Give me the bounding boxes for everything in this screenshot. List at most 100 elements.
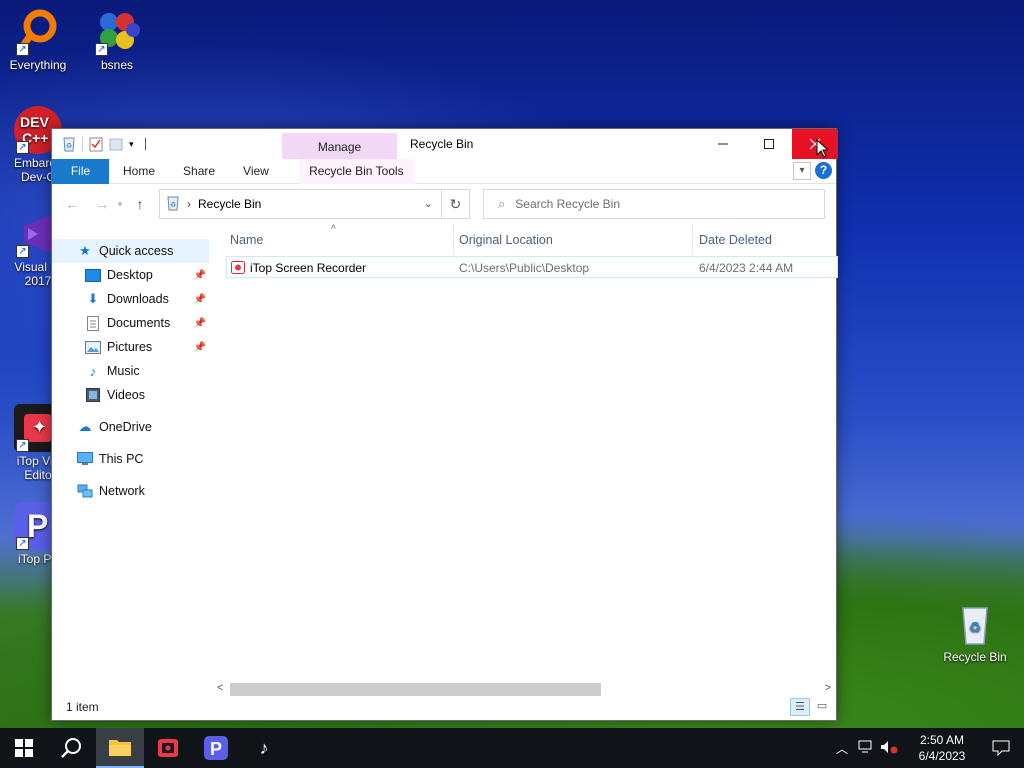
videos-icon <box>84 387 102 403</box>
arrow-left-icon: ← <box>65 196 79 212</box>
taskbar-itop-screen-recorder[interactable] <box>144 728 192 768</box>
recycle-bin-icon: ♻ <box>951 600 999 648</box>
computer-icon <box>76 451 94 467</box>
nav-item-this-pc[interactable]: This PC <box>52 447 210 471</box>
nav-item-network[interactable]: Network <box>52 479 210 503</box>
music-icon: ♪ <box>89 363 97 379</box>
file-original-location: C:\Users\Public\Desktop <box>459 261 590 275</box>
network-status-icon[interactable] <box>858 740 874 757</box>
help-icon[interactable]: ? <box>815 162 832 179</box>
back-button[interactable]: ← <box>60 196 84 212</box>
nav-item-label: Network <box>99 484 145 498</box>
nav-item-downloads[interactable]: ⬇ Downloads 📌 <box>52 287 210 311</box>
title-bar[interactable]: ♻ ▾ Manage Recycle Bin <box>52 129 838 160</box>
everything-icon: ↗ <box>14 8 62 56</box>
tab-share[interactable]: Share <box>169 159 229 184</box>
search-icon <box>61 738 81 758</box>
desktop-icon-everything[interactable]: ↗ Everything <box>0 8 76 72</box>
column-header-name[interactable]: Name <box>230 233 263 247</box>
nav-item-music[interactable]: ♪ Music <box>52 359 210 383</box>
nav-item-quick-access[interactable]: ★ Quick access <box>52 239 209 263</box>
large-icons-view-button[interactable]: ▭ <box>812 698 832 716</box>
large-icons-view-icon: ▭ <box>816 700 828 712</box>
close-button[interactable] <box>792 129 838 159</box>
taskbar-file-explorer[interactable] <box>96 728 144 768</box>
tab-home[interactable]: Home <box>109 159 169 184</box>
pin-icon[interactable]: 📌 <box>194 270 206 281</box>
column-divider[interactable] <box>453 224 454 254</box>
recent-locations-button[interactable]: ▾ <box>114 199 126 210</box>
column-divider[interactable] <box>692 224 693 254</box>
clock-date: 6/4/2023 <box>918 749 966 763</box>
tab-view[interactable]: View <box>229 159 283 184</box>
pin-icon[interactable]: 📌 <box>194 294 206 305</box>
nav-item-desktop[interactable]: Desktop 📌 <box>52 263 210 287</box>
system-tray: ︿ 2:50 AM 6/4/2023 <box>836 728 1024 768</box>
volume-muted-icon[interactable] <box>880 740 898 757</box>
svg-text:♻: ♻ <box>969 619 982 635</box>
pin-icon[interactable]: 📌 <box>194 318 206 329</box>
tab-recycle-bin-tools[interactable]: Recycle Bin Tools <box>298 158 414 184</box>
cloud-icon: ☁ <box>78 419 92 434</box>
tab-file[interactable]: File <box>52 158 109 184</box>
nav-item-videos[interactable]: Videos <box>52 383 210 407</box>
table-row[interactable]: iTop Screen Recorder C:\Users\Public\Des… <box>226 256 838 278</box>
nav-item-pictures[interactable]: Pictures 📌 <box>52 335 210 359</box>
details-view-button[interactable]: ☰ <box>790 698 810 716</box>
search-box[interactable]: ⌕ Search Recycle Bin <box>483 189 825 219</box>
divider <box>145 138 146 150</box>
nav-item-label: Quick access <box>99 244 174 258</box>
column-header-original-location[interactable]: Original Location <box>459 233 553 247</box>
nav-item-onedrive[interactable]: ☁ OneDrive <box>52 415 210 439</box>
up-button[interactable]: ↑ <box>128 196 152 212</box>
refresh-button[interactable]: ↻ <box>442 189 470 219</box>
expand-ribbon-button[interactable]: ▾ <box>793 162 811 180</box>
documents-icon <box>84 315 102 331</box>
svg-text:P: P <box>210 739 222 759</box>
taskbar-itop-player[interactable]: P <box>192 728 240 768</box>
pictures-icon <box>84 339 102 355</box>
desktop-icon-recycle-bin[interactable]: ♻ Recycle Bin <box>937 600 1013 664</box>
desktop-icon-bsnes[interactable]: ↗ bsnes <box>79 8 155 72</box>
action-center-button[interactable] <box>978 728 1024 768</box>
qat-dropdown-icon[interactable]: ▾ <box>129 136 139 152</box>
desktop-icon-label: bsnes <box>100 58 134 72</box>
nav-item-documents[interactable]: Documents 📌 <box>52 311 210 335</box>
taskbar: P ♪ ︿ 2:50 AM 6/4/2023 <box>0 728 1024 768</box>
breadcrumb-recycle-bin[interactable]: Recycle Bin <box>198 197 261 211</box>
chevron-down-icon: ▾ <box>117 198 123 209</box>
address-bar[interactable]: ♻ › Recycle Bin ⌄ <box>159 189 442 219</box>
desktop-folder-icon <box>84 267 102 283</box>
clock-time: 2:50 AM <box>919 733 965 747</box>
scroll-left-icon[interactable]: < <box>217 682 223 694</box>
tab-group-manage[interactable]: Manage <box>282 133 397 160</box>
maximize-button[interactable] <box>746 129 792 159</box>
nav-item-label: This PC <box>99 452 144 466</box>
show-hidden-icons-icon[interactable]: ︿ <box>836 740 848 757</box>
navigation-pane: ★ Quick access Desktop 📌 ⬇ Downloads 📌 D… <box>52 239 210 694</box>
desktop-icon-label: Recycle Bin <box>943 650 1007 664</box>
search-placeholder: Search Recycle Bin <box>515 197 620 211</box>
navigation-bar: ← → ▾ ↑ ♻ › Recycle Bin ⌄ ↻ ⌕ Search Rec… <box>52 184 836 224</box>
properties-icon[interactable] <box>89 136 103 152</box>
minimize-button[interactable] <box>700 129 746 159</box>
search-button[interactable] <box>48 728 96 768</box>
desktop-icon-label: Everything <box>9 58 67 72</box>
file-date-deleted: 6/4/2023 2:44 AM <box>699 261 794 275</box>
itop-screen-recorder-icon <box>158 739 178 757</box>
pin-icon[interactable]: 📌 <box>194 342 206 353</box>
search-icon: ⌕ <box>498 196 506 211</box>
scroll-right-icon[interactable]: > <box>825 682 831 694</box>
file-name: iTop Screen Recorder <box>250 261 367 275</box>
start-button[interactable] <box>0 728 48 768</box>
minimize-icon <box>718 143 728 145</box>
mouse-cursor-icon <box>816 139 828 158</box>
column-header-date-deleted[interactable]: Date Deleted <box>699 233 772 247</box>
details-view-icon: ☰ <box>795 701 805 713</box>
file-list: ^ Name Original Location Date Deleted iT… <box>218 224 838 689</box>
forward-button[interactable]: → <box>90 196 114 212</box>
new-folder-icon[interactable] <box>109 136 123 152</box>
taskbar-tiktok[interactable]: ♪ <box>240 728 288 768</box>
clock[interactable]: 2:50 AM 6/4/2023 <box>906 732 978 764</box>
address-dropdown-icon[interactable]: ⌄ <box>424 197 433 210</box>
